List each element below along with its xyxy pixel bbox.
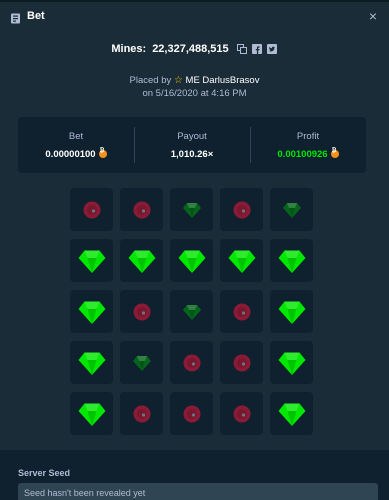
gem-icon xyxy=(77,348,107,378)
mine-icon xyxy=(82,200,102,220)
gem-icon xyxy=(282,200,302,220)
gem-icon xyxy=(277,297,307,327)
mine-icon xyxy=(232,302,252,322)
board-tile[interactable] xyxy=(70,341,113,384)
board-tile[interactable] xyxy=(170,239,213,282)
copy-icon[interactable] xyxy=(237,44,248,55)
mines-board xyxy=(70,188,313,435)
stat-bet-label: Bet xyxy=(68,130,84,142)
gem-icon xyxy=(127,246,157,276)
stat-profit-value-row: 0.00100926 xyxy=(277,148,339,160)
stat-bet-value: 0.00000100 xyxy=(45,148,96,160)
vip-star-icon: ☆ xyxy=(173,75,183,86)
stat-payout-value: 1,010.26× xyxy=(170,148,214,160)
board-tile[interactable] xyxy=(120,239,163,282)
stat-bet: Bet 0.00000100 xyxy=(18,117,134,173)
board-tile[interactable] xyxy=(220,341,263,384)
board-tile[interactable] xyxy=(270,290,313,333)
board-tile[interactable] xyxy=(120,290,163,333)
board-tile[interactable] xyxy=(220,392,263,435)
stat-profit-value: 0.00100926 xyxy=(277,148,328,160)
facebook-icon[interactable] xyxy=(252,44,263,55)
gem-icon xyxy=(277,246,307,276)
board-tile[interactable] xyxy=(170,188,213,231)
bet-stats-panel: Bet 0.00000100 Payout 1,010.26× Profit 0… xyxy=(18,117,366,173)
close-icon[interactable]: × xyxy=(369,8,377,24)
gem-icon xyxy=(182,302,202,322)
board-tile[interactable] xyxy=(270,239,313,282)
board-tile[interactable] xyxy=(70,188,113,231)
gem-icon xyxy=(277,348,307,378)
board-tile[interactable] xyxy=(220,188,263,231)
twitter-icon[interactable] xyxy=(267,44,278,55)
gem-icon xyxy=(132,353,152,373)
gem-icon xyxy=(77,297,107,327)
board-tile[interactable] xyxy=(270,341,313,384)
mine-icon xyxy=(182,404,202,424)
server-seed-field[interactable]: Seed hasn't been revealed yet xyxy=(18,483,378,500)
stat-profit-label: Profit xyxy=(296,130,320,142)
game-label: Mines: xyxy=(111,43,147,55)
username-link[interactable]: ME DarlusBrasov xyxy=(186,75,260,86)
board-tile[interactable] xyxy=(220,290,263,333)
placed-info: Placed by ☆ ME DarlusBrasov on 5/16/2020… xyxy=(0,74,389,100)
board-tile[interactable] xyxy=(170,392,213,435)
board-tile[interactable] xyxy=(120,188,163,231)
board-tile[interactable] xyxy=(70,290,113,333)
stat-payout-label: Payout xyxy=(177,130,207,142)
board-tile[interactable] xyxy=(70,392,113,435)
gem-icon xyxy=(182,200,202,220)
mine-icon xyxy=(232,404,252,424)
gem-icon xyxy=(277,399,307,429)
mine-icon xyxy=(132,200,152,220)
bet-id: 22,327,488,515 xyxy=(152,43,229,55)
stat-profit: Profit 0.00100926 xyxy=(250,117,366,173)
mine-icon xyxy=(132,302,152,322)
modal-header: Bet × xyxy=(0,2,389,30)
board-tile[interactable] xyxy=(70,239,113,282)
bet-id-line: Mines: 22,327,488,515 xyxy=(0,43,389,55)
gem-icon xyxy=(177,246,207,276)
stat-payout: Payout 1,010.26× xyxy=(134,117,250,173)
server-seed-section: Server Seed Seed hasn't been revealed ye… xyxy=(0,450,389,500)
mine-icon xyxy=(182,353,202,373)
board-tile[interactable] xyxy=(170,341,213,384)
board-tile[interactable] xyxy=(270,188,313,231)
bet-ticket-icon xyxy=(10,11,21,23)
placed-date: on 5/16/2020 at 4:16 PM xyxy=(142,88,247,99)
placed-by-label: Placed by xyxy=(129,75,172,86)
gem-icon xyxy=(77,399,107,429)
btc-icon xyxy=(98,148,107,158)
board-tile[interactable] xyxy=(170,290,213,333)
gem-icon xyxy=(227,246,257,276)
gem-icon xyxy=(77,246,107,276)
board-tile[interactable] xyxy=(220,239,263,282)
btc-icon xyxy=(330,148,339,158)
board-tile[interactable] xyxy=(270,392,313,435)
stat-bet-value-row: 0.00000100 xyxy=(45,148,107,160)
modal-title: Bet xyxy=(27,10,45,22)
server-seed-label: Server Seed xyxy=(18,468,71,478)
board-tile[interactable] xyxy=(120,392,163,435)
mine-icon xyxy=(232,200,252,220)
board-tile[interactable] xyxy=(120,341,163,384)
mine-icon xyxy=(132,404,152,424)
mine-icon xyxy=(232,353,252,373)
